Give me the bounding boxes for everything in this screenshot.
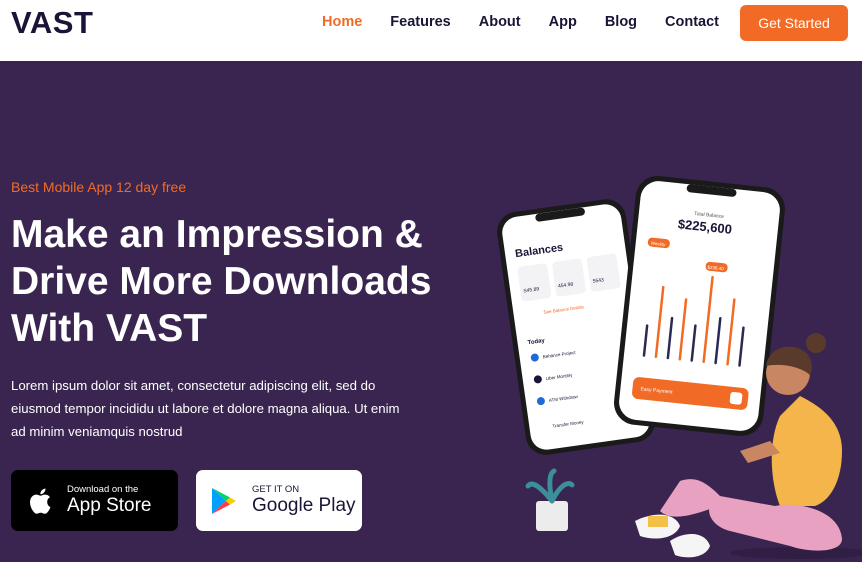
- app-store-big: App Store: [67, 495, 152, 516]
- site-logo[interactable]: VAST: [11, 5, 93, 41]
- app-store-text: Download on the App Store: [67, 484, 152, 517]
- google-play-small: GET IT ON: [252, 484, 300, 495]
- hero-section: Best Mobile App 12 day free Make an Impr…: [0, 61, 862, 562]
- app-store-small: Download on the: [67, 484, 139, 495]
- plant-pot: [525, 468, 575, 531]
- phone-right: Total Balance $225,600 Weekly $236.40 Ea…: [614, 175, 785, 436]
- google-play-text: GET IT ON Google Play: [252, 484, 356, 517]
- headline-line-1: Make an Impression &: [11, 213, 423, 256]
- hero-illustration: Balances S45.89 454.98 5543 See Balance …: [490, 175, 862, 559]
- main-nav: Home Features About App Blog Contact: [322, 14, 747, 31]
- nav-about[interactable]: About: [479, 14, 521, 31]
- nav-contact[interactable]: Contact: [665, 14, 719, 31]
- google-play-big: Google Play: [252, 495, 356, 516]
- nav-blog[interactable]: Blog: [605, 14, 637, 31]
- get-started-button[interactable]: Get Started: [740, 5, 848, 41]
- headline-line-3: With VAST: [11, 307, 208, 350]
- headline-line-2: Drive More Downloads: [11, 260, 432, 303]
- hero-tagline: Best Mobile App 12 day free: [11, 179, 187, 195]
- hero-paragraph: Lorem ipsum dolor sit amet, consectetur …: [11, 378, 400, 439]
- nav-app[interactable]: App: [549, 14, 577, 31]
- hero-headline: Make an Impression & Drive More Download…: [11, 211, 451, 352]
- google-play-button[interactable]: GET IT ON Google Play: [196, 470, 362, 531]
- nav-features[interactable]: Features: [390, 14, 450, 31]
- google-play-icon: [196, 486, 252, 516]
- header: VAST Home Features About App Blog Contac…: [0, 0, 862, 61]
- app-store-button[interactable]: Download on the App Store: [11, 470, 178, 531]
- apple-icon: [11, 486, 67, 516]
- nav-home[interactable]: Home: [322, 14, 362, 31]
